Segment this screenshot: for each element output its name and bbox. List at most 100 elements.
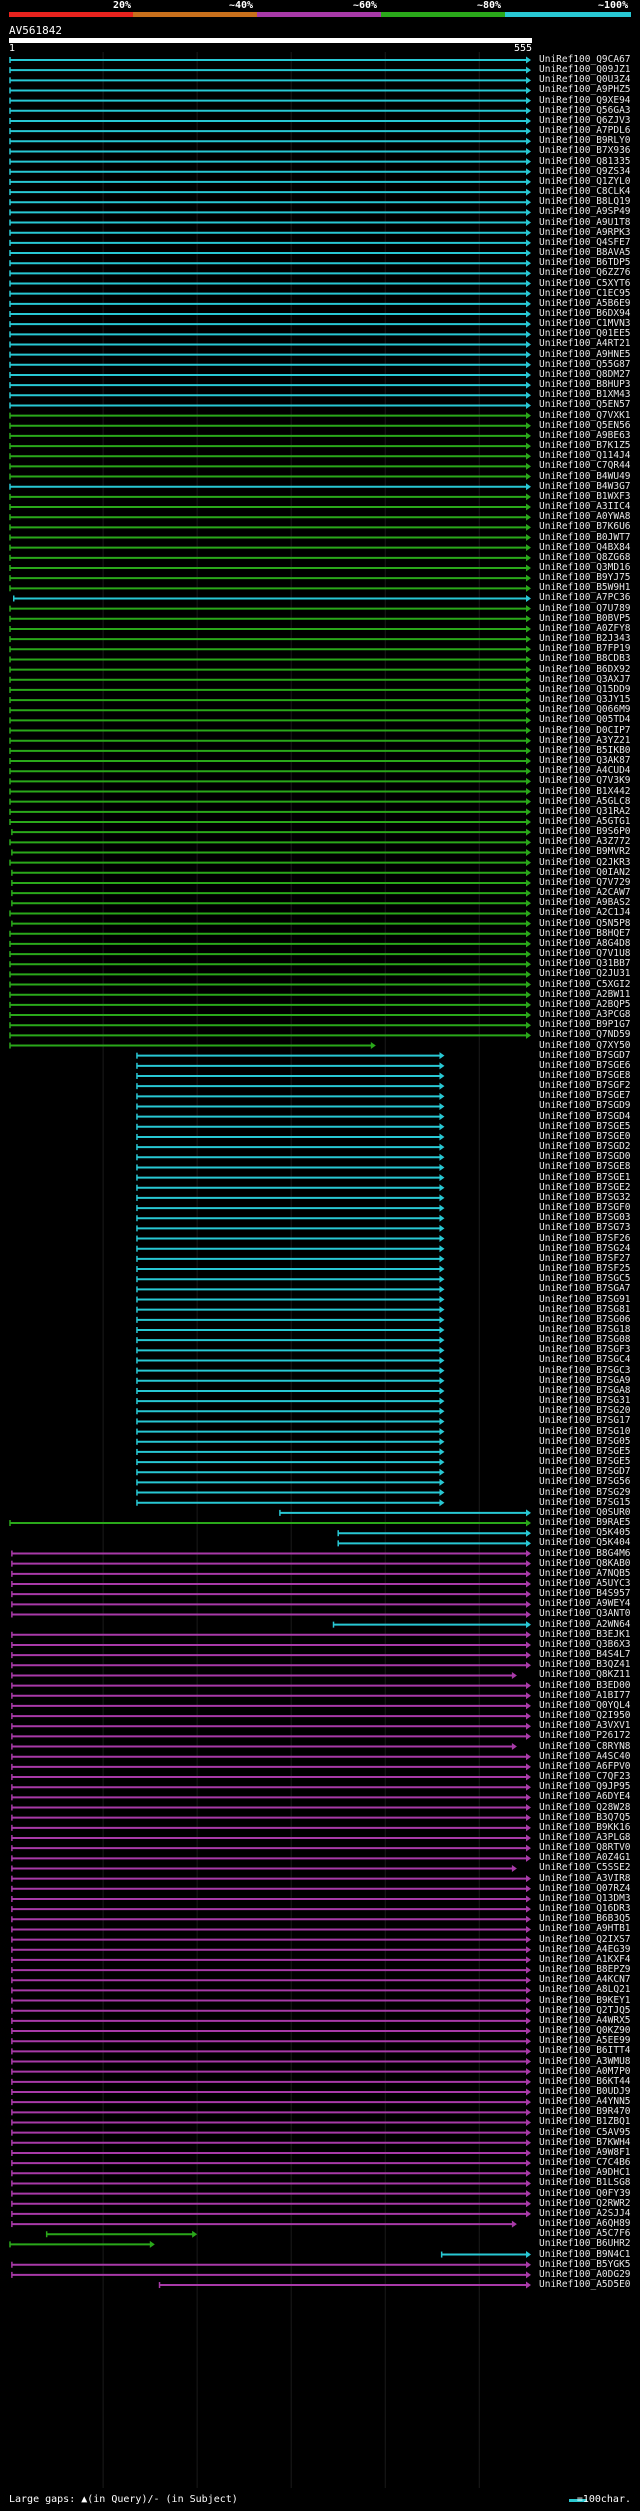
- hit-bar[interactable]: [11, 1600, 531, 1608]
- hit-bar[interactable]: [9, 290, 531, 298]
- hit-bar[interactable]: [9, 909, 531, 917]
- hit-bar[interactable]: [9, 686, 531, 694]
- hit-label[interactable]: UniRef100_B8CDB3: [539, 654, 631, 664]
- hit-bar[interactable]: [11, 1763, 531, 1771]
- hit-bar[interactable]: [11, 2047, 531, 2055]
- hit-bar[interactable]: [11, 1793, 531, 1801]
- hit-bar[interactable]: [11, 2088, 531, 2096]
- hit-bar[interactable]: [9, 432, 531, 440]
- hit-bar[interactable]: [9, 584, 531, 592]
- hit-bar[interactable]: [11, 1590, 531, 1598]
- hit-label[interactable]: UniRef100_A9HTB1: [539, 1924, 631, 1934]
- hit-bar[interactable]: [11, 899, 531, 907]
- hit-bar[interactable]: [9, 767, 531, 775]
- hit-bar[interactable]: [9, 97, 531, 105]
- hit-bar[interactable]: [9, 442, 531, 450]
- hit-bar[interactable]: [9, 950, 531, 958]
- hit-bar[interactable]: [9, 178, 531, 186]
- hit-label[interactable]: UniRef100_A4RT21: [539, 339, 631, 349]
- hit-bar[interactable]: [11, 2190, 531, 2198]
- hit-bar[interactable]: [9, 777, 531, 785]
- hit-bar[interactable]: [11, 848, 531, 856]
- hit-bar[interactable]: [9, 269, 531, 277]
- hit-bar[interactable]: [9, 361, 531, 369]
- hit-bar[interactable]: [9, 666, 531, 674]
- hit-bar[interactable]: [11, 1753, 531, 1761]
- hit-bar[interactable]: [9, 452, 531, 460]
- hit-bar[interactable]: [11, 2098, 531, 2106]
- hit-bar[interactable]: [11, 1671, 517, 1679]
- hit-bar[interactable]: [11, 869, 531, 877]
- hit-bar[interactable]: [11, 1712, 531, 1720]
- hit-bar[interactable]: [11, 2149, 531, 2157]
- hit-bar[interactable]: [11, 1986, 531, 1994]
- hit-bar[interactable]: [9, 188, 531, 196]
- hit-bar[interactable]: [11, 1550, 531, 1558]
- hit-bar[interactable]: [9, 930, 531, 938]
- hit-bar[interactable]: [9, 381, 531, 389]
- hit-label[interactable]: UniRef100_Q6ZZ76: [539, 268, 631, 278]
- hit-bar[interactable]: [332, 1621, 531, 1629]
- hit-bar[interactable]: [9, 117, 531, 125]
- hit-bar[interactable]: [11, 889, 531, 897]
- hit-bar[interactable]: [11, 2058, 531, 2066]
- hit-bar[interactable]: [11, 879, 531, 887]
- hit-bar[interactable]: [9, 676, 531, 684]
- hit-bar[interactable]: [11, 1966, 531, 1974]
- hit-bar[interactable]: [9, 493, 531, 501]
- hit-label[interactable]: UniRef100_P26172: [539, 1731, 631, 1741]
- hit-bar[interactable]: [9, 310, 531, 318]
- hit-bar[interactable]: [11, 1946, 531, 1954]
- hit-label[interactable]: UniRef100_B9MVR2: [539, 847, 631, 857]
- hit-bar[interactable]: [9, 239, 531, 247]
- hit-bar[interactable]: [9, 412, 531, 420]
- hit-bar[interactable]: [11, 2129, 531, 2137]
- hit-bar[interactable]: [9, 534, 531, 542]
- hit-bar[interactable]: [11, 2078, 531, 2086]
- hit-bar[interactable]: [11, 1895, 531, 1903]
- hit-bar[interactable]: [11, 2027, 531, 2035]
- hit-label[interactable]: UniRef100_A6DYE4: [539, 1792, 631, 1802]
- hit-label[interactable]: UniRef100_A5D5E0: [539, 2280, 631, 2290]
- hit-bar[interactable]: [9, 229, 531, 237]
- hit-bar[interactable]: [9, 219, 531, 227]
- hit-bar[interactable]: [11, 1844, 531, 1852]
- hit-bar[interactable]: [11, 2271, 531, 2279]
- hit-bar[interactable]: [11, 1610, 531, 1618]
- hit-bar[interactable]: [11, 1976, 531, 1984]
- hit-label[interactable]: UniRef100_Q5K404: [539, 1538, 631, 1548]
- hit-bar[interactable]: [9, 422, 531, 430]
- hit-bar[interactable]: [11, 2068, 531, 2076]
- hit-label[interactable]: UniRef100_B6ITT4: [539, 2046, 631, 2056]
- hit-bar[interactable]: [9, 737, 531, 745]
- hit-bar[interactable]: [337, 1529, 531, 1537]
- hit-bar[interactable]: [11, 1875, 531, 1883]
- hit-bar[interactable]: [11, 2200, 531, 2208]
- hit-bar[interactable]: [11, 2017, 531, 2025]
- hit-label[interactable]: UniRef100_A2C1J4: [539, 908, 631, 918]
- hit-bar[interactable]: [9, 330, 531, 338]
- hit-bar[interactable]: [9, 351, 531, 359]
- hit-bar[interactable]: [9, 625, 531, 633]
- hit-bar[interactable]: [9, 970, 531, 978]
- hit-bar[interactable]: [11, 2179, 531, 2187]
- hit-bar[interactable]: [158, 2281, 531, 2289]
- hit-label[interactable]: UniRef100_Q7V3K9: [539, 776, 631, 786]
- hit-label[interactable]: UniRef100_Q7ND59: [539, 1030, 631, 1040]
- hit-bar[interactable]: [11, 2108, 531, 2116]
- hit-bar[interactable]: [11, 1834, 531, 1842]
- hit-bar[interactable]: [440, 2251, 531, 2259]
- hit-bar[interactable]: [11, 1885, 531, 1893]
- hit-bar[interactable]: [11, 1722, 531, 1730]
- hit-label[interactable]: UniRef100_B1ZBQ1: [539, 2117, 631, 2127]
- hit-bar[interactable]: [9, 981, 531, 989]
- hit-bar[interactable]: [11, 2220, 517, 2228]
- hit-bar[interactable]: [9, 747, 531, 755]
- hit-bar[interactable]: [9, 503, 531, 511]
- hit-bar[interactable]: [9, 1031, 531, 1039]
- hit-bar[interactable]: [11, 1631, 531, 1639]
- hit-label[interactable]: UniRef100_Q2JU31: [539, 969, 631, 979]
- hit-label[interactable]: UniRef100_B7SGC4: [539, 1355, 631, 1365]
- hit-bar[interactable]: [9, 473, 531, 481]
- hit-bar[interactable]: [9, 696, 531, 704]
